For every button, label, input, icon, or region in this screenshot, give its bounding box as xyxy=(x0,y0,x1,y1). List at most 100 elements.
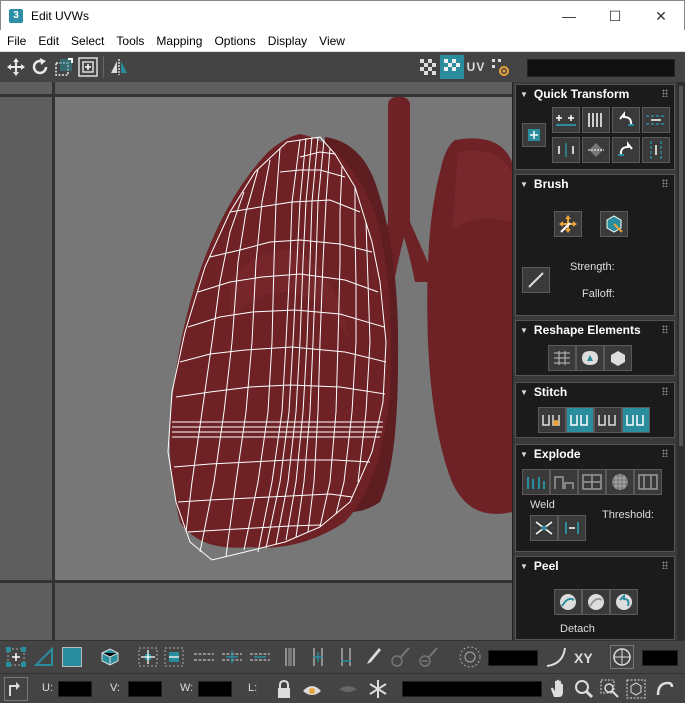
relax-icon[interactable] xyxy=(576,345,604,371)
rotate-cw-icon[interactable] xyxy=(612,137,640,163)
paint-shrink-icon[interactable] xyxy=(416,645,440,669)
quick-peel-icon[interactable] xyxy=(554,589,582,615)
soft-selection-value-field[interactable] xyxy=(642,650,678,666)
ring-shrink-icon[interactable] xyxy=(334,645,358,669)
stitch-to-target-icon[interactable] xyxy=(566,407,594,433)
ring-grow-icon[interactable] xyxy=(306,645,330,669)
rotate-ccw-icon[interactable] xyxy=(612,107,640,133)
polygon-mode-icon[interactable] xyxy=(60,645,84,669)
edge-mode-icon[interactable] xyxy=(32,645,56,669)
space-vertical-icon[interactable] xyxy=(642,137,670,163)
explode-header[interactable]: ▼ Explode xyxy=(516,445,674,463)
menu-display[interactable]: Display xyxy=(262,34,313,48)
scale-tool-icon[interactable] xyxy=(52,55,76,79)
break-icon[interactable] xyxy=(522,469,550,495)
explode-by-smoothing-icon[interactable] xyxy=(550,469,578,495)
world-space-icon[interactable] xyxy=(610,645,634,669)
stitch-custom-icon[interactable] xyxy=(538,407,566,433)
loop-shrink-icon[interactable] xyxy=(248,645,272,669)
minimize-button[interactable]: — xyxy=(546,1,592,31)
absolute-offset-icon[interactable] xyxy=(4,677,28,701)
menu-bar: File Edit Select Tools Mapping Options D… xyxy=(0,30,685,52)
peel-header[interactable]: ▼ Peel xyxy=(516,557,674,575)
peel-mode-icon[interactable] xyxy=(582,589,610,615)
grow-selection-icon[interactable] xyxy=(136,645,160,669)
w-coordinate-field[interactable] xyxy=(198,681,232,697)
falloff-curve-icon[interactable] xyxy=(544,645,568,669)
align-horizontal-icon[interactable] xyxy=(552,107,580,133)
brush-falloff-icon[interactable] xyxy=(522,267,550,293)
uv-frame-left xyxy=(52,82,55,640)
explode-by-material-icon[interactable] xyxy=(578,469,606,495)
soft-selection-icon[interactable] xyxy=(458,645,482,669)
u-coordinate-field[interactable] xyxy=(58,681,92,697)
pivot-center-icon[interactable] xyxy=(522,123,546,147)
zoom-region-icon[interactable] xyxy=(598,677,622,701)
paint-move-brush-icon[interactable] xyxy=(554,211,582,237)
shrink-selection-icon[interactable] xyxy=(162,645,186,669)
vertex-mode-icon[interactable] xyxy=(4,645,28,669)
menu-select[interactable]: Select xyxy=(65,34,110,48)
texture-dropdown[interactable] xyxy=(527,59,675,77)
paint-grow-icon[interactable] xyxy=(388,645,412,669)
soft-selection-falloff-field[interactable] xyxy=(488,650,538,666)
straighten-selection-icon[interactable] xyxy=(548,345,576,371)
flatten-icon[interactable] xyxy=(634,469,662,495)
checker-pattern-icon[interactable] xyxy=(416,55,440,79)
close-button[interactable]: ✕ xyxy=(638,1,684,31)
zoom-icon[interactable] xyxy=(572,677,596,701)
brush-header[interactable]: ▼ Brush xyxy=(516,175,674,193)
stitch-header[interactable]: ▼ Stitch xyxy=(516,383,674,401)
relax-settings-icon[interactable] xyxy=(604,345,632,371)
settings-gear-icon[interactable] xyxy=(488,55,512,79)
pan-hand-icon[interactable] xyxy=(546,677,570,701)
reshape-elements-title: Reshape Elements xyxy=(533,323,641,337)
freeze-selection-icon[interactable] xyxy=(366,677,390,701)
menu-tools[interactable]: Tools xyxy=(110,34,150,48)
menu-edit[interactable]: Edit xyxy=(32,34,65,48)
menu-file[interactable]: File xyxy=(0,34,32,48)
show-hidden-icon[interactable] xyxy=(300,677,324,701)
panel-scrollbar[interactable] xyxy=(677,82,685,640)
lock-selection-icon[interactable] xyxy=(272,677,296,701)
loop-grow-icon[interactable] xyxy=(220,645,244,669)
zoom-extents-icon[interactable] xyxy=(624,677,648,701)
uv-editor-viewport[interactable] xyxy=(0,82,512,640)
uv-mesh-canvas[interactable] xyxy=(0,82,512,640)
move-tool-icon[interactable] xyxy=(4,55,28,79)
reshape-elements-header[interactable]: ▼ Reshape Elements xyxy=(516,321,674,339)
menu-mapping[interactable]: Mapping xyxy=(150,34,208,48)
ring-icon[interactable] xyxy=(278,645,302,669)
menu-view[interactable]: View xyxy=(313,34,351,48)
menu-options[interactable]: Options xyxy=(208,34,261,48)
stitch-average-icon[interactable] xyxy=(594,407,622,433)
rotate-tool-icon[interactable] xyxy=(28,55,52,79)
app-icon: 3 xyxy=(9,8,23,23)
loop-icon[interactable] xyxy=(192,645,216,669)
v-coordinate-field[interactable] xyxy=(128,681,162,697)
stitch-to-source-icon[interactable] xyxy=(622,407,650,433)
reset-peel-icon[interactable] xyxy=(610,589,638,615)
weld-all-icon[interactable] xyxy=(558,515,586,541)
explode-checker-icon[interactable] xyxy=(606,469,634,495)
align-vertical-icon[interactable] xyxy=(582,107,610,133)
align-center-horizontal-icon[interactable] xyxy=(552,137,580,163)
relax-brush-icon[interactable] xyxy=(600,211,628,237)
freeform-tool-icon[interactable] xyxy=(76,55,100,79)
texture-map-icon[interactable] xyxy=(440,55,464,79)
maximize-button[interactable]: ☐ xyxy=(592,1,638,31)
uv-label[interactable]: UV xyxy=(464,55,488,79)
paint-select-icon[interactable] xyxy=(360,645,384,669)
xy-mode-toggle[interactable]: XY xyxy=(574,650,593,666)
quick-transform-header[interactable]: ▼ Quick Transform xyxy=(516,85,674,103)
display-toggles: UV xyxy=(416,55,512,79)
snap-icon[interactable] xyxy=(652,677,676,701)
element-mode-icon[interactable] xyxy=(98,645,122,669)
align-center-vertical-icon[interactable] xyxy=(582,137,610,163)
stitch-rollout: ▼ Stitch xyxy=(515,382,675,438)
hide-selection-icon[interactable] xyxy=(336,677,360,701)
mirror-tool-icon[interactable] xyxy=(107,55,131,79)
weld-selected-icon[interactable] xyxy=(530,515,558,541)
space-horizontal-icon[interactable] xyxy=(642,107,670,133)
panel-scrollbar-thumb[interactable] xyxy=(679,86,683,446)
